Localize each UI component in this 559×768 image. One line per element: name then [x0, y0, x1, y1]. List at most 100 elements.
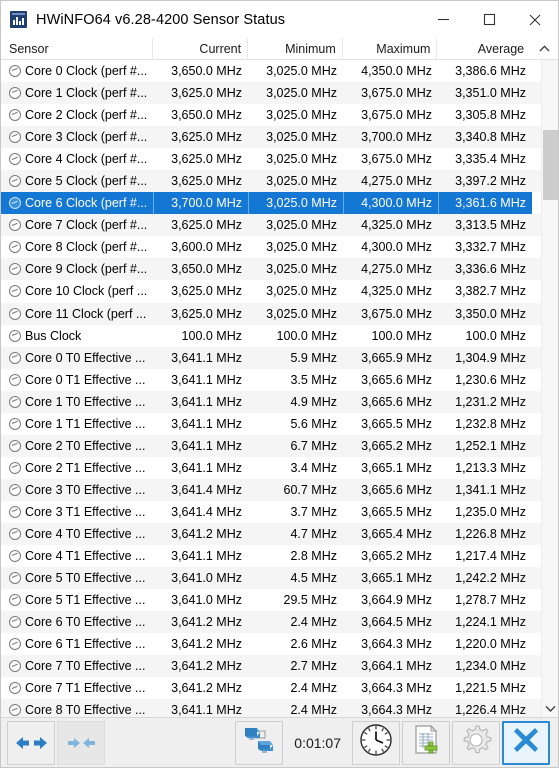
- row-maximum-value: 3,675.0 MHz: [361, 108, 432, 123]
- scroll-down-arrow[interactable]: [541, 699, 558, 717]
- table-row[interactable]: Core 1 T1 Effective ... 3,641.1 MHz 5.6 MH…: [1, 412, 541, 435]
- row-maximum-value: 3,665.4 MHz: [361, 526, 432, 541]
- sensor-gauge-icon: [9, 594, 21, 607]
- row-sensor-label: Core 0 Clock (perf #...: [25, 64, 147, 78]
- table-row[interactable]: Core 11 Clock (perf ... 3,625.0 MHz 3,025.…: [1, 302, 541, 325]
- table-row[interactable]: Core 1 Clock (perf #... 3,625.0 MHz 3,025.…: [1, 82, 541, 105]
- row-maximum-value: 3,664.9 MHz: [361, 593, 432, 608]
- row-sensor-label: Core 1 T1 Effective ...: [25, 416, 146, 431]
- table-row[interactable]: Core 4 T0 Effective ... 3,641.2 MHz 4.7 MH…: [1, 522, 541, 546]
- row-current-value: 3,641.1 MHz: [171, 350, 242, 365]
- row-current-value: 3,650.0 MHz: [171, 64, 242, 78]
- row-current-value: 3,700.0 MHz: [153, 192, 248, 215]
- table-row[interactable]: Core 3 T0 Effective ... 3,641.4 MHz 60.7 M…: [1, 478, 541, 501]
- row-minimum-value: 3,025.0 MHz: [266, 284, 337, 299]
- table-row[interactable]: Core 2 T1 Effective ... 3,641.1 MHz 3.4 MH…: [1, 456, 541, 479]
- row-sensor-name: Core 2 T0 Effective ...: [1, 435, 153, 457]
- close-button[interactable]: [512, 1, 558, 38]
- minimize-button[interactable]: [420, 1, 466, 38]
- row-sensor-label: Core 8 T0 Effective ...: [25, 703, 146, 717]
- expand-columns-button[interactable]: [7, 720, 55, 765]
- row-current-value: 3,641.2 MHz: [171, 637, 242, 652]
- sensor-table-body[interactable]: Core 0 Clock (perf #... 3,650.0 MHz 3,025.…: [1, 60, 541, 717]
- table-row[interactable]: Core 7 T0 Effective ... 3,641.2 MHz 2.7 MH…: [1, 655, 541, 678]
- app-icon: [10, 11, 27, 28]
- scrollbar-thumb[interactable]: [542, 130, 558, 200]
- table-row[interactable]: Core 3 Clock (perf #... 3,625.0 MHz 3,025.…: [1, 126, 541, 149]
- scroll-up-arrow[interactable]: [530, 38, 558, 60]
- row-average-value: 3,386.6 MHz: [455, 64, 526, 78]
- row-sensor-label: Core 6 T1 Effective ...: [25, 637, 146, 652]
- vertical-scrollbar[interactable]: [541, 60, 558, 717]
- column-header-average[interactable]: Average: [436, 37, 530, 60]
- table-row[interactable]: Core 5 T0 Effective ... 3,641.0 MHz 4.5 MH…: [1, 567, 541, 590]
- table-row[interactable]: Core 6 T1 Effective ... 3,641.2 MHz 2.6 MH…: [1, 633, 541, 656]
- logging-button[interactable]: [402, 720, 450, 765]
- row-minimum-value: 3.5 MHz: [290, 372, 337, 387]
- table-row[interactable]: Core 3 T1 Effective ... 3,641.4 MHz 3.7 MH…: [1, 500, 541, 523]
- row-maximum-value: 3,665.6 MHz: [361, 394, 432, 409]
- table-row[interactable]: Core 2 T0 Effective ... 3,641.1 MHz 6.7 MH…: [1, 434, 541, 457]
- maximize-button[interactable]: [466, 1, 512, 38]
- close-toolbar-button[interactable]: [502, 720, 550, 765]
- row-current-value: 3,641.2 MHz: [171, 526, 242, 541]
- sensor-gauge-icon: [9, 483, 21, 496]
- scrollbar-track[interactable]: [542, 60, 559, 699]
- row-maximum-value: 3,675.0 MHz: [361, 306, 432, 321]
- table-row[interactable]: Core 8 T0 Effective ... 3,641.1 MHz 2.4 MH…: [1, 699, 541, 717]
- sensor-gauge-icon: [9, 65, 21, 78]
- table-row[interactable]: Core 0 T1 Effective ... 3,641.1 MHz 3.5 MH…: [1, 368, 541, 391]
- table-row[interactable]: Core 6 T0 Effective ... 3,641.2 MHz 2.4 MH…: [1, 611, 541, 634]
- row-average-value: 1,221.5 MHz: [455, 681, 526, 696]
- row-minimum-value: 2.4 MHz: [290, 681, 337, 696]
- sensor-gauge-icon: [9, 241, 21, 254]
- table-row[interactable]: Core 4 T1 Effective ... 3,641.1 MHz 2.8 MH…: [1, 545, 541, 568]
- table-row[interactable]: Core 9 Clock (perf #... 3,650.0 MHz 3,025.…: [1, 258, 541, 281]
- column-header-minimum[interactable]: Minimum: [247, 37, 342, 60]
- collapse-columns-button[interactable]: [57, 720, 105, 765]
- column-header-sensor[interactable]: Sensor: [1, 38, 152, 60]
- row-maximum-value: 4,275.0 MHz: [361, 262, 432, 277]
- table-row[interactable]: Core 0 T0 Effective ... 3,641.1 MHz 5.9 MH…: [1, 346, 541, 369]
- table-row[interactable]: Core 5 Clock (perf #... 3,625.0 MHz 3,025.…: [1, 170, 541, 193]
- table-row[interactable]: Core 4 Clock (perf #... 3,625.0 MHz 3,025.…: [1, 148, 541, 171]
- table-row[interactable]: Bus Clock 100.0 MHz 100.0 MHz 100.0 MHz 100.…: [1, 324, 541, 347]
- clock-reset-button[interactable]: [352, 720, 400, 765]
- row-minimum-value: 6.7 MHz: [290, 438, 337, 453]
- row-sensor-name: Core 1 T1 Effective ...: [1, 413, 153, 435]
- row-current-value: 3,641.2 MHz: [171, 681, 242, 696]
- sensor-gauge-icon: [9, 197, 21, 210]
- row-average-value: 3,335.4 MHz: [455, 152, 526, 167]
- sensor-gauge-icon: [9, 285, 21, 298]
- row-sensor-name: Core 2 T1 Effective ...: [1, 457, 153, 479]
- table-row[interactable]: Core 0 Clock (perf #... 3,650.0 MHz 3,025.…: [1, 60, 541, 83]
- row-sensor-name: Bus Clock: [1, 325, 153, 347]
- row-maximum-value: 4,300.0 MHz: [343, 192, 438, 215]
- row-sensor-name: Core 0 T1 Effective ...: [1, 369, 153, 391]
- remote-monitoring-button[interactable]: [235, 720, 284, 765]
- table-row[interactable]: Core 1 T0 Effective ... 3,641.1 MHz 4.9 MH…: [1, 390, 541, 413]
- row-average-value: 1,230.6 MHz: [455, 372, 526, 387]
- row-average-value: 3,351.0 MHz: [455, 86, 526, 101]
- row-minimum-value: 4.7 MHz: [290, 526, 337, 541]
- table-row[interactable]: Core 7 Clock (perf #... 3,625.0 MHz 3,025.…: [1, 214, 541, 237]
- two-monitors-icon: [243, 725, 275, 760]
- table-row[interactable]: Core 8 Clock (perf #... 3,600.0 MHz 3,025.…: [1, 236, 541, 259]
- table-row[interactable]: Core 2 Clock (perf #... 3,650.0 MHz 3,025.…: [1, 104, 541, 127]
- table-row[interactable]: Core 6 Clock (perf #... 3,700.0 MHz 3,025.…: [1, 192, 541, 215]
- column-header-maximum[interactable]: Maximum: [341, 37, 437, 60]
- row-current-value: 3,641.1 MHz: [171, 394, 242, 409]
- table-row[interactable]: Core 10 Clock (perf ... 3,625.0 MHz 3,025.…: [1, 280, 541, 303]
- table-row[interactable]: Core 5 T1 Effective ... 3,641.0 MHz 29.5 M…: [1, 589, 541, 612]
- settings-button[interactable]: [452, 720, 500, 765]
- column-header-current[interactable]: Current: [152, 37, 247, 60]
- row-maximum-value: 4,300.0 MHz: [361, 240, 432, 255]
- row-minimum-value: 100.0 MHz: [276, 328, 337, 343]
- sensor-gauge-icon: [9, 373, 21, 386]
- row-maximum-value: 3,665.1 MHz: [361, 460, 432, 475]
- row-maximum-value: 3,665.2 MHz: [361, 549, 432, 564]
- title-bar: HWiNFO64 v6.28-4200 Sensor Status: [1, 1, 558, 38]
- row-sensor-name: Core 7 Clock (perf #...: [1, 214, 153, 236]
- table-row[interactable]: Core 7 T1 Effective ... 3,641.2 MHz 2.4 MH…: [1, 677, 541, 700]
- row-maximum-value: 3,664.1 MHz: [361, 659, 432, 674]
